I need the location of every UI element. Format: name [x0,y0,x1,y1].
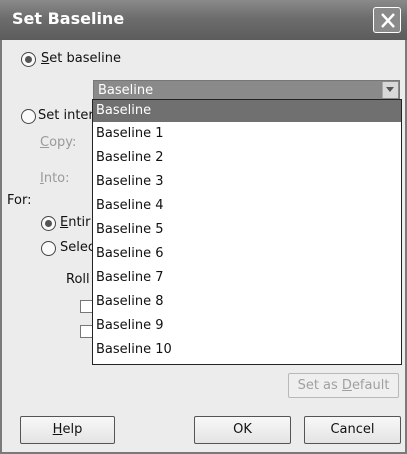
dropdown-item-baseline-4[interactable]: Baseline 4 [93,195,401,217]
selected-tasks-radio[interactable] [41,241,56,256]
dropdown-item-baseline-1[interactable]: Baseline 1 [93,123,401,145]
close-button[interactable] [373,7,401,33]
entire-accel: E [60,215,69,230]
set-default-suffix: efault [351,378,390,393]
dropdown-item-baseline-6[interactable]: Baseline 6 [93,243,401,265]
dropdown-item-baseline[interactable]: Baseline [93,100,401,122]
set-baseline-label-rest: et baseline [49,51,121,66]
for-label: For: [7,193,32,208]
selected-tasks-label[interactable]: Selec [60,240,95,255]
dropdown-item-baseline-7[interactable]: Baseline 7 [93,267,401,289]
set-as-default-button[interactable]: Set as Default [288,373,399,398]
set-baseline-label[interactable]: Set baseline [41,51,121,66]
into-label-rest: nto: [43,171,70,186]
entire-project-label[interactable]: Entir [60,215,91,230]
set-interim-label[interactable]: Set inter [38,108,94,123]
entire-label-rest: ntir [68,215,91,230]
cancel-button[interactable]: Cancel [304,416,401,444]
dropdown-item-baseline-3[interactable]: Baseline 3 [93,171,401,193]
close-x-icon [381,13,395,28]
baseline-select-value: Baseline [98,83,154,98]
set-default-prefix: Set as [297,378,342,393]
set-interim-radio[interactable] [21,109,36,124]
dropdown-item-baseline-8[interactable]: Baseline 8 [93,291,401,313]
dialog-title: Set Baseline [12,9,125,28]
copy-label: Copy: [40,135,76,150]
baseline-select[interactable]: Baseline [93,80,400,100]
set-baseline-radio[interactable] [21,52,36,67]
into-label: Into: [40,171,70,186]
dropdown-item-baseline-5[interactable]: Baseline 5 [93,219,401,241]
copy-accel: C [40,135,50,150]
set-default-accel: D [341,378,352,393]
dropdown-item-baseline-10[interactable]: Baseline 10 [93,339,401,361]
roll-up-label: Roll [66,272,90,287]
dropdown-item-baseline-9[interactable]: Baseline 9 [93,315,401,337]
help-button[interactable]: Help [20,416,115,444]
help-label-rest: elp [62,422,83,437]
title-bar: Set Baseline [0,0,407,40]
help-accel: H [52,422,63,437]
entire-project-radio[interactable] [41,216,56,231]
chevron-down-icon[interactable] [382,82,398,98]
dropdown-item-baseline-2[interactable]: Baseline 2 [93,147,401,169]
baseline-dropdown-list: Baseline Baseline 1 Baseline 2 Baseline … [92,99,402,365]
ok-button[interactable]: OK [194,416,291,444]
copy-label-rest: opy: [49,135,77,150]
